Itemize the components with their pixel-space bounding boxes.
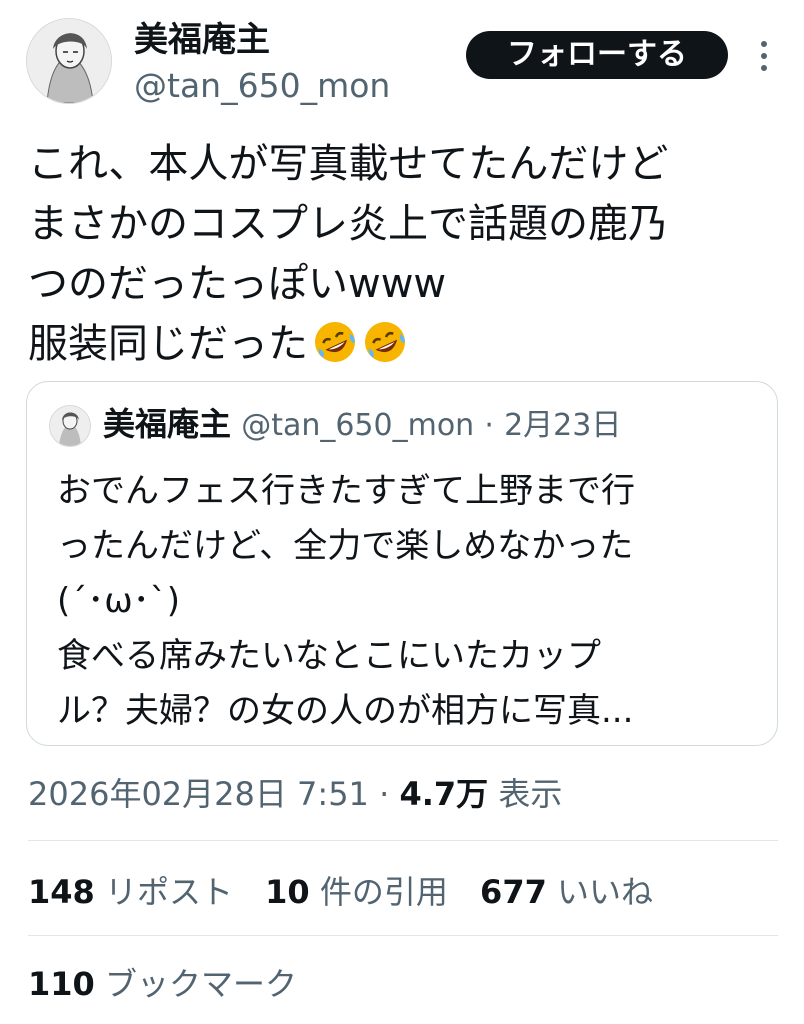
quoted-author-avatar xyxy=(49,405,91,447)
views-label: 表示 xyxy=(498,775,563,813)
follow-button[interactable]: フォローする xyxy=(466,31,728,79)
quotes-label: 件の引用 xyxy=(319,873,448,911)
bookmarks-label: ブックマーク xyxy=(104,965,297,1003)
quoted-tweet[interactable]: 美福庵主 @tan_650_mon · 2月23日 おでんフェス行きたすぎて上野… xyxy=(26,381,778,746)
likes-label: いいね xyxy=(557,873,654,911)
quoted-author-handle: @tan_650_mon xyxy=(241,408,475,443)
tweet-body: これ、本人が写真載せてたんだけど まさかのコスプレ炎上で話題の鹿乃 つのだったっ… xyxy=(28,134,788,376)
reposts-count: 148 xyxy=(28,873,95,911)
meta-separator: · xyxy=(379,775,390,813)
quoted-tweet-text: おでんフェス行きたすぎて上野まで行 ったんだけど、全力で楽しめなかった (´･ω… xyxy=(57,471,635,731)
author-avatar[interactable] xyxy=(26,18,112,104)
quotes-count: 10 xyxy=(265,873,310,911)
rolling-on-floor-laughing-icon xyxy=(365,322,405,362)
engagement-stats: 148 リポスト 10 件の引用 677 いいね xyxy=(28,870,675,914)
divider xyxy=(28,840,778,841)
tweet-timestamp[interactable]: 2026年02月28日 7:51 xyxy=(28,775,369,813)
tweet-meta: 2026年02月28日 7:51 · 4.7万 表示 xyxy=(28,774,562,814)
quoted-separator: · xyxy=(484,408,494,443)
author-name[interactable]: 美福庵主 xyxy=(134,20,270,60)
avatar-portrait-icon xyxy=(27,19,111,103)
reposts-stat[interactable]: 148 リポスト xyxy=(28,873,233,911)
likes-stat[interactable]: 677 いいね xyxy=(480,873,653,911)
author-handle[interactable]: @tan_650_mon xyxy=(134,66,390,106)
quoted-date: 2月23日 xyxy=(504,408,622,443)
divider xyxy=(28,935,778,936)
avatar-portrait-icon xyxy=(50,406,90,446)
more-vertical-icon[interactable] xyxy=(752,36,776,76)
views-count: 4.7万 xyxy=(399,775,489,813)
bookmarks-stat[interactable]: 110 ブックマーク xyxy=(28,962,297,1006)
quoted-tweet-header: 美福庵主 @tan_650_mon · 2月23日 xyxy=(103,402,621,448)
rolling-on-floor-laughing-icon xyxy=(315,322,355,362)
quotes-stat[interactable]: 10 件の引用 xyxy=(265,873,448,911)
quoted-author-name: 美福庵主 xyxy=(103,405,232,443)
reposts-label: リポスト xyxy=(104,873,233,911)
likes-count: 677 xyxy=(480,873,547,911)
emoji-group xyxy=(308,316,408,376)
bookmarks-count: 110 xyxy=(28,965,95,1003)
